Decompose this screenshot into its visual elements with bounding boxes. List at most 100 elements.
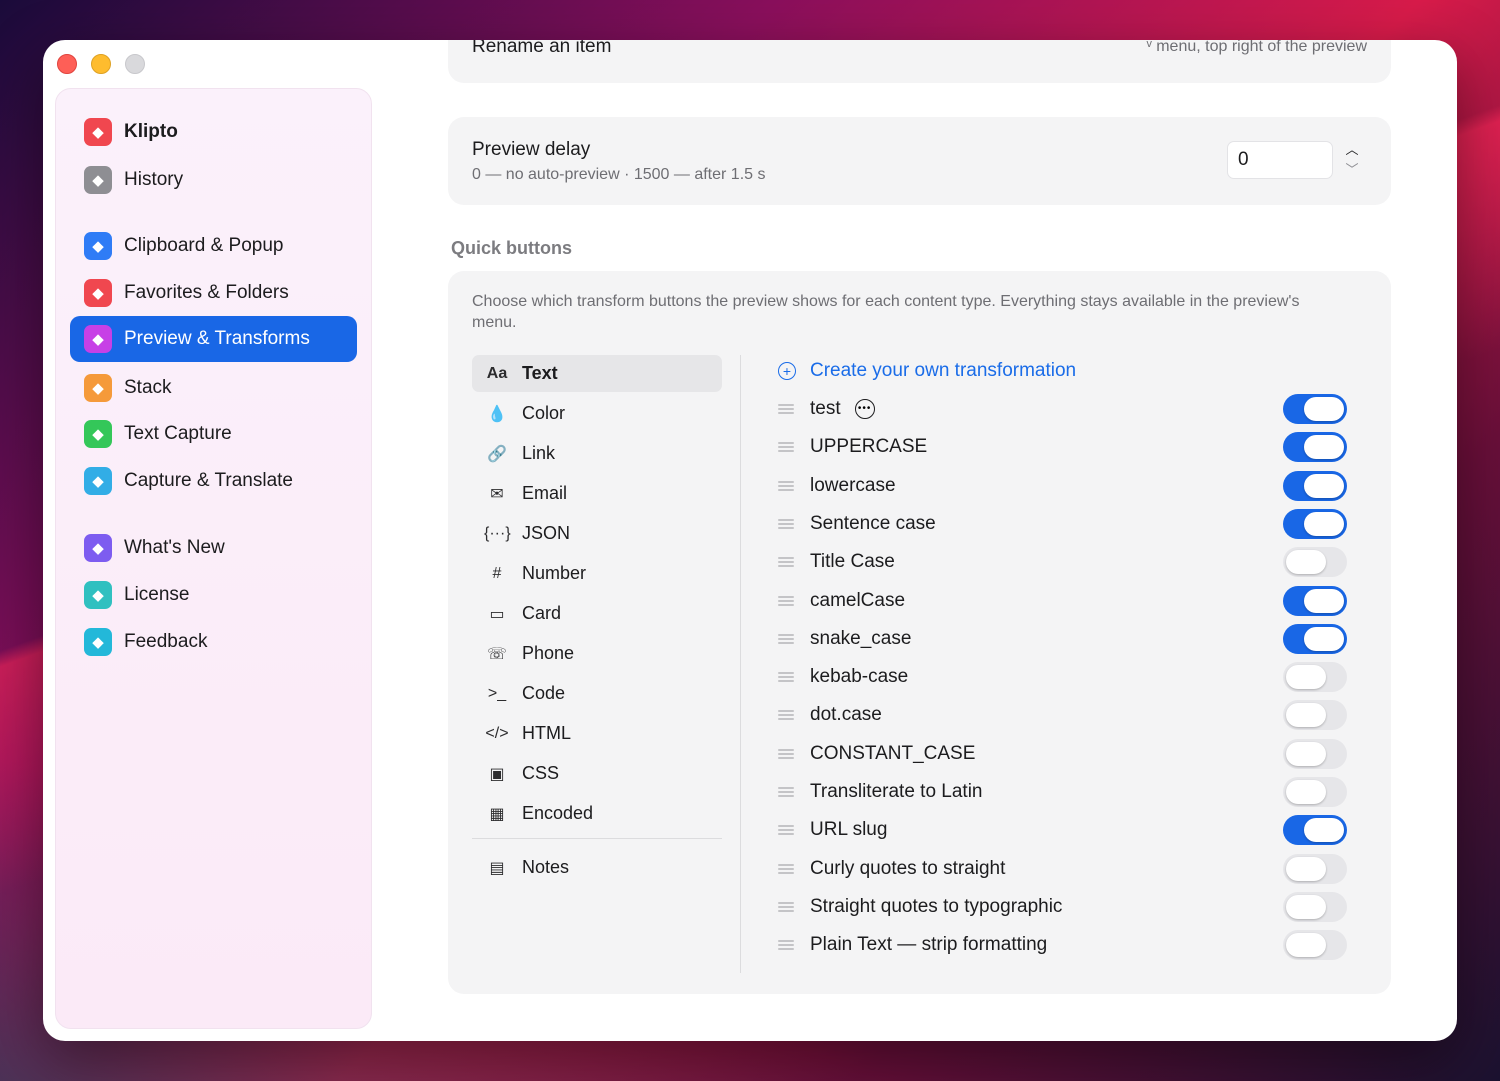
transform-toggle[interactable] (1283, 470, 1347, 501)
sidebar-item-text-capture[interactable]: ◆ Text Capture (70, 411, 357, 457)
type-item-label: Text (522, 363, 558, 383)
create-transformation-link[interactable]: + Create your own transformation (778, 360, 1076, 382)
clock-icon: ◆ (84, 166, 112, 194)
transform-label: test (810, 398, 841, 419)
sidebar-item-stack[interactable]: ◆ Stack (70, 365, 357, 411)
transform-row: test ••• (778, 390, 1348, 428)
type-list-divider (472, 838, 722, 839)
quick-buttons-label: Quick buttons (451, 238, 572, 258)
transform-toggle[interactable] (1283, 815, 1347, 846)
sidebar-item-clipboard-popup[interactable]: ◆ Clipboard & Popup (70, 223, 357, 269)
drag-handle-icon[interactable] (778, 748, 794, 759)
type-item-label: Phone (522, 643, 575, 663)
sidebar-item-label: License (124, 584, 190, 605)
type-item-css[interactable]: ▣ CSS (472, 755, 722, 792)
type-item-code[interactable]: >_ Code (472, 675, 722, 712)
toggle-knob (1286, 856, 1326, 881)
close-window-button[interactable] (57, 54, 77, 74)
transform-row: Plain Text — strip formatting (778, 926, 1348, 964)
transform-toggle[interactable] (1283, 891, 1347, 922)
type-item-email[interactable]: ✉ Email (472, 475, 722, 512)
drag-handle-icon[interactable] (778, 940, 794, 951)
transform-toggle[interactable] (1283, 508, 1347, 539)
drop-icon: 💧 (487, 405, 507, 423)
window-controls (57, 54, 145, 74)
transform-toggle[interactable] (1283, 853, 1347, 884)
text-scan-icon: ◆ (84, 420, 112, 448)
sidebar-item-klipto[interactable]: ◆ Klipto (70, 109, 357, 155)
ellipsis-circle-icon[interactable]: ••• (854, 399, 875, 419)
transform-toggle[interactable] (1283, 700, 1347, 731)
type-item-color[interactable]: 💧 Color (472, 395, 722, 432)
type-item-notes[interactable]: ▤ Notes (472, 849, 722, 886)
type-item-encoded[interactable]: ▦ Encoded (472, 795, 722, 832)
sparkle-icon: ◆ (84, 534, 112, 562)
sidebar-item-history[interactable]: ◆ History (70, 157, 357, 203)
transform-toggle[interactable] (1283, 432, 1347, 463)
type-item-card[interactable]: ▭ Card (472, 595, 722, 632)
drag-handle-icon[interactable] (778, 787, 794, 797)
rename-card: Rename an item ᵛ menu, top right of the … (448, 40, 1391, 83)
transform-toggle[interactable] (1283, 623, 1347, 654)
sidebar-item-favorites-folders[interactable]: ◆ Favorites & Folders (70, 270, 357, 316)
credit-card-icon: ▭ (489, 605, 505, 623)
drag-handle-icon[interactable] (778, 518, 794, 529)
transform-toggle[interactable] (1283, 738, 1347, 769)
type-item-label: JSON (522, 523, 571, 543)
type-item-label: CSS (522, 763, 560, 783)
paper-plane-icon: ◆ (84, 628, 112, 656)
type-item-number[interactable]: # Number (472, 555, 722, 592)
drag-handle-icon[interactable] (778, 595, 794, 606)
type-item-label: Link (522, 443, 556, 463)
toggle-knob (1286, 780, 1326, 804)
drag-handle-icon[interactable] (778, 633, 794, 644)
toggle-knob (1304, 588, 1344, 613)
sidebar-item-feedback[interactable]: ◆ Feedback (70, 619, 357, 665)
drag-handle-icon[interactable] (778, 442, 794, 453)
type-item-link[interactable]: 🔗 Link (472, 435, 722, 472)
plus-circle-icon: + (778, 362, 796, 380)
chevron-up-icon[interactable]: ︿ (1345, 141, 1358, 159)
drag-handle-icon[interactable] (778, 710, 794, 721)
transform-toggle[interactable] (1283, 394, 1347, 424)
preview-delay-card: Preview delay 0 — no auto-preview · 1500… (448, 117, 1391, 205)
chevron-down-icon[interactable]: ﹀ (1345, 161, 1358, 179)
type-item-json[interactable]: {···} JSON (472, 515, 722, 552)
minimize-window-button[interactable] (91, 54, 111, 74)
type-item-html[interactable]: </> HTML (472, 715, 722, 752)
zoom-window-button[interactable] (125, 54, 145, 74)
drag-handle-icon[interactable] (778, 863, 794, 874)
transform-toggle[interactable] (1283, 547, 1347, 578)
drag-handle-icon[interactable] (778, 672, 794, 683)
transform-toggle[interactable] (1283, 777, 1347, 807)
sidebar-item-preview-transforms[interactable]: ◆ Preview & Transforms (70, 316, 357, 362)
type-item-label: Notes (522, 857, 570, 877)
badge-check-icon: ◆ (84, 581, 112, 609)
main-content: Rename an item ᵛ menu, top right of the … (448, 40, 1393, 1041)
transform-toggle[interactable] (1283, 930, 1347, 961)
transform-label: snake_case (810, 627, 912, 649)
sidebar-item-label: Klipto (124, 121, 178, 142)
preview-delay-stepper[interactable]: ︿ ﹀ (1339, 141, 1365, 179)
transform-label: dot.case (810, 704, 882, 726)
transform-label: URL slug (810, 819, 888, 841)
preview-delay-input[interactable] (1227, 141, 1333, 179)
sidebar-item-license[interactable]: ◆ License (70, 572, 357, 618)
type-item-text[interactable]: Aa Text (472, 355, 722, 392)
drag-handle-icon[interactable] (778, 480, 794, 491)
drag-handle-icon[interactable] (778, 404, 794, 414)
sidebar-item-what-s-new[interactable]: ◆ What's New (70, 525, 357, 571)
clipboard-icon: ◆ (84, 232, 112, 260)
transform-label: CONSTANT_CASE (810, 742, 976, 764)
sidebar-item-capture-translate[interactable]: ◆ Capture & Translate (70, 458, 357, 504)
drag-handle-icon[interactable] (778, 901, 794, 912)
type-item-phone[interactable]: ☏ Phone (472, 635, 722, 672)
preview-delay-subtitle: 0 — no auto-preview · 1500 — after 1.5 s (472, 166, 766, 183)
transform-label: Plain Text — strip formatting (810, 934, 1048, 956)
transform-toggle[interactable] (1283, 662, 1347, 693)
transform-toggle[interactable] (1283, 585, 1347, 616)
drag-handle-icon[interactable] (778, 825, 794, 836)
type-item-label: Card (522, 603, 562, 623)
drag-handle-icon[interactable] (778, 557, 794, 568)
toggle-knob (1286, 703, 1326, 728)
